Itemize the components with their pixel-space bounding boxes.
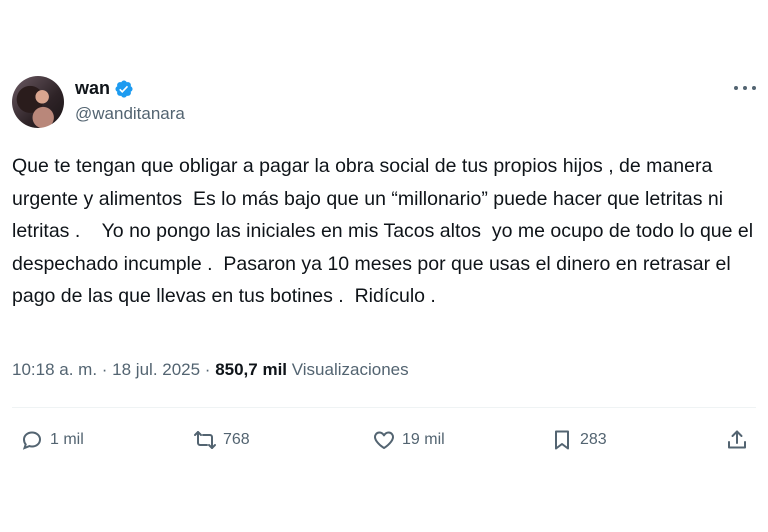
author-handle[interactable]: @wanditanara xyxy=(75,104,185,124)
tweet-date[interactable]: 18 jul. 2025 xyxy=(112,360,200,379)
share-button[interactable] xyxy=(725,420,749,460)
author-name-row: wan xyxy=(75,78,134,99)
more-dot xyxy=(734,86,738,90)
reply-count: 1 mil xyxy=(50,431,84,448)
action-bar: 1 mil 768 19 mil 283 xyxy=(0,420,768,460)
divider xyxy=(12,407,756,408)
tweet-time[interactable]: 10:18 a. m. xyxy=(12,360,97,379)
bookmark-icon xyxy=(555,430,569,450)
bookmark-count: 283 xyxy=(580,431,607,448)
reply-icon xyxy=(22,431,42,450)
repost-count: 768 xyxy=(223,431,250,448)
like-icon xyxy=(374,431,394,449)
meta-separator: · xyxy=(200,360,216,379)
tweet-meta: 10:18 a. m. · 18 jul. 2025 · 850,7 mil V… xyxy=(12,360,409,380)
author-name[interactable]: wan xyxy=(75,78,110,99)
more-dot xyxy=(743,86,747,90)
views-count: 850,7 mil xyxy=(215,360,288,379)
avatar[interactable] xyxy=(12,76,64,128)
more-dot xyxy=(752,86,756,90)
repost-icon xyxy=(194,431,216,449)
more-icon[interactable] xyxy=(734,80,756,96)
meta-separator: · xyxy=(97,360,113,379)
like-count: 19 mil xyxy=(402,431,445,448)
share-icon xyxy=(728,430,746,449)
repost-button[interactable]: 768 xyxy=(193,420,250,460)
reply-button[interactable]: 1 mil xyxy=(20,420,84,460)
verified-badge-icon xyxy=(115,79,133,98)
views-label: Visualizaciones xyxy=(291,360,409,379)
bookmark-button[interactable]: 283 xyxy=(550,420,607,460)
like-button[interactable]: 19 mil xyxy=(372,420,445,460)
tweet-text: Que te tengan que obligar a pagar la obr… xyxy=(12,155,759,307)
